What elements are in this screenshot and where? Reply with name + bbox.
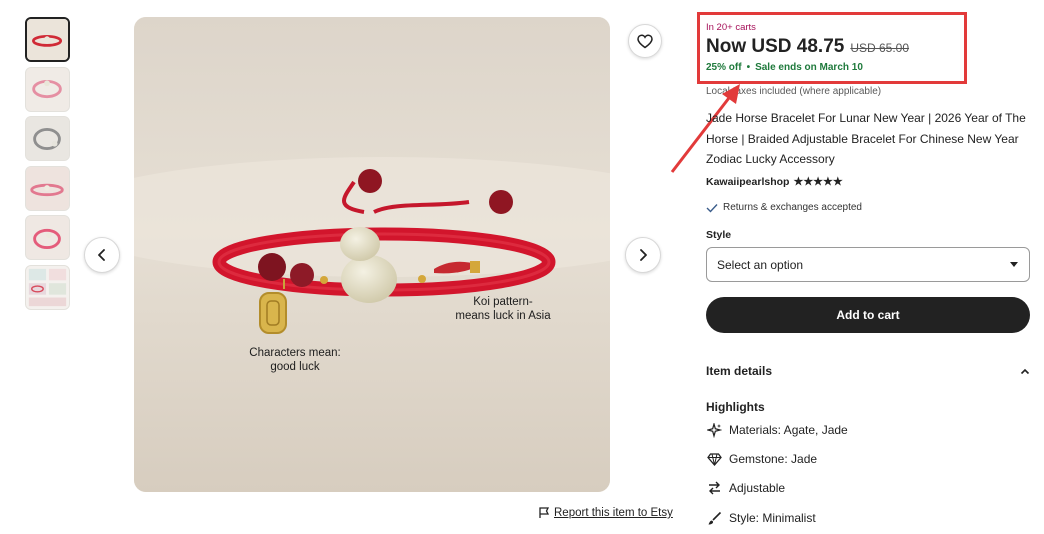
- next-image-button[interactable]: [625, 237, 661, 273]
- item-details-toggle[interactable]: Item details: [706, 364, 1030, 378]
- sale-ends-label: Sale ends on March 10: [755, 62, 863, 73]
- sale-info: 25% off • Sale ends on March 10: [706, 62, 863, 73]
- highlight-materials-text: Materials: Agate, Jade: [729, 423, 848, 437]
- shop-info: Kawaiipearlshop ★★★★★: [706, 175, 843, 189]
- in-carts-badge: In 20+ carts: [706, 22, 756, 33]
- heart-icon: [637, 33, 653, 48]
- chevron-left-icon: [98, 249, 105, 261]
- chevron-right-icon: [640, 249, 647, 261]
- koi-annotation: Koi pattern- means luck in Asia: [438, 295, 568, 323]
- previous-image-button[interactable]: [84, 237, 120, 273]
- highlight-gemstone: Gemstone: Jade: [706, 451, 817, 467]
- highlight-adjustable-text: Adjustable: [729, 481, 786, 495]
- item-details-label: Item details: [706, 364, 773, 378]
- style-select[interactable]: Select an option: [706, 247, 1030, 282]
- adjust-arrows-icon: [706, 480, 722, 496]
- highlights-heading: Highlights: [706, 400, 765, 414]
- original-price: USD 65.00: [850, 41, 910, 55]
- gem-icon: [706, 451, 722, 467]
- current-price: Now USD 48.75: [706, 36, 845, 57]
- characters-annotation-line2: good luck: [270, 361, 320, 373]
- brush-icon: [706, 510, 722, 526]
- shop-name-link[interactable]: Kawaiipearlshop: [706, 176, 789, 188]
- style-label: Style: [706, 229, 732, 241]
- thumbnail-6[interactable]: [25, 264, 70, 310]
- thumbnail-3[interactable]: [25, 116, 70, 161]
- highlight-gemstone-text: Gemstone: Jade: [729, 452, 818, 466]
- sparkle-icon: [706, 422, 722, 438]
- returns-label: Returns & exchanges accepted: [723, 202, 862, 213]
- flag-icon: [539, 507, 550, 518]
- characters-annotation: Characters mean: good luck: [240, 346, 350, 374]
- thumbnail-strip: [25, 17, 71, 314]
- highlight-materials: Materials: Agate, Jade: [706, 422, 848, 438]
- chevron-up-icon: [1020, 368, 1030, 374]
- rating-stars: ★★★★★: [793, 176, 843, 188]
- bracelet-photo: [134, 17, 610, 492]
- koi-annotation-line2: means luck in Asia: [455, 310, 551, 322]
- caret-down-icon: [1010, 262, 1018, 267]
- sale-separator: •: [746, 62, 751, 73]
- discount-label: 25% off: [706, 62, 742, 73]
- thumbnail-4[interactable]: [25, 165, 70, 211]
- price-row: Now USD 48.75 USD 65.00: [706, 36, 909, 58]
- report-item-link[interactable]: Report this item to Etsy: [538, 507, 673, 519]
- thumbnail-2[interactable]: [25, 66, 70, 112]
- taxes-note: Local taxes included (where applicable): [706, 86, 882, 97]
- listing-title: Jade Horse Bracelet For Lunar New Year |…: [706, 111, 1026, 166]
- add-to-cart-button[interactable]: Add to cart: [706, 297, 1030, 333]
- highlight-style-text: Style: Minimalist: [729, 511, 816, 525]
- thumbnail-5[interactable]: [25, 215, 70, 260]
- add-to-cart-label: Add to cart: [836, 308, 900, 322]
- favorite-button[interactable]: [628, 24, 662, 58]
- thumbnail-1[interactable]: [25, 17, 70, 62]
- highlight-style: Style: Minimalist: [706, 510, 816, 526]
- koi-annotation-line1: Koi pattern-: [473, 296, 533, 308]
- report-item-label: Report this item to Etsy: [554, 507, 673, 519]
- characters-annotation-line1: Characters mean:: [249, 347, 341, 359]
- highlight-adjustable: Adjustable: [706, 480, 785, 496]
- style-select-value: Select an option: [717, 257, 804, 272]
- checkmark-icon: [706, 203, 718, 213]
- returns-policy: Returns & exchanges accepted: [706, 202, 862, 213]
- main-product-image: Koi pattern- means luck in Asia Characte…: [134, 17, 610, 492]
